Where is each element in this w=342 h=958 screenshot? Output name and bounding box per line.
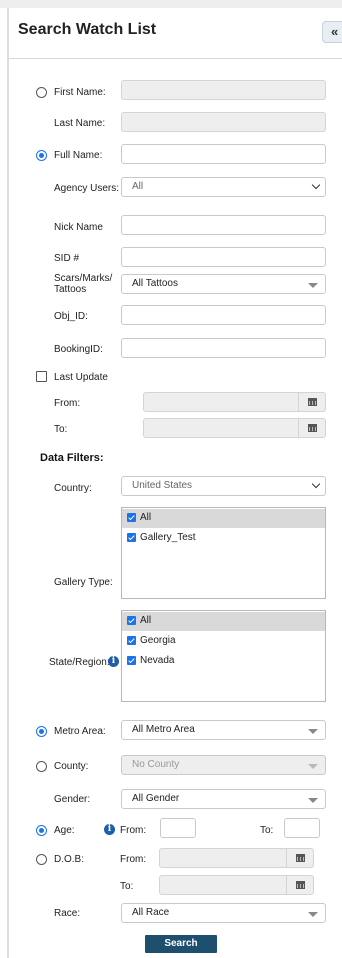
booking-id-label: BookingID: (54, 344, 103, 355)
metro-area-label: Metro Area: (54, 726, 106, 737)
nick-name-input[interactable] (121, 215, 326, 235)
race-label: Race: (54, 908, 81, 919)
dropdown-arrow-icon (308, 764, 318, 769)
nick-name-label: Nick Name (54, 222, 103, 233)
panel-border (7, 8, 9, 958)
info-icon[interactable]: i (104, 824, 115, 835)
country-label: Country: (54, 483, 92, 494)
gallery-type-listbox[interactable]: All Gallery_Test (121, 507, 326, 599)
age-radio[interactable] (36, 825, 47, 836)
dropdown-arrow-icon (308, 798, 318, 803)
chevron-down-icon (311, 479, 321, 489)
full-name-label: Full Name: (54, 150, 103, 161)
dropdown-arrow-icon (308, 283, 318, 288)
state-region-listbox[interactable]: All Georgia Nevada (121, 610, 326, 702)
top-strip (0, 0, 342, 8)
update-to-label: To: (54, 424, 68, 435)
calendar-icon (308, 424, 317, 432)
race-value: All Race (132, 907, 170, 918)
dob-to-label: To: (120, 881, 134, 892)
last-update-checkbox[interactable] (36, 371, 47, 382)
gender-select[interactable]: All Gender (121, 789, 326, 809)
age-from-input[interactable] (160, 818, 196, 838)
checkbox-checked-icon[interactable] (127, 656, 136, 665)
info-icon[interactable]: i (108, 656, 119, 667)
data-filters-heading: Data Filters: (40, 452, 104, 464)
update-from-label: From: (54, 398, 81, 409)
sid-label: SID # (54, 253, 80, 264)
first-name-radio[interactable] (36, 87, 47, 98)
state-region-label: State/Region: (49, 657, 110, 668)
country-select[interactable]: United States (121, 476, 326, 496)
last-name-label: Last Name: (54, 118, 106, 129)
county-value: No County (132, 759, 180, 770)
update-to-input[interactable] (143, 418, 326, 438)
checkbox-checked-icon[interactable] (127, 513, 136, 522)
dob-label: D.O.B: (54, 854, 85, 865)
scars-label: Scars/Marks/ Tattoos (54, 273, 113, 295)
page-title: Search Watch List (18, 21, 157, 38)
county-select[interactable]: No County (121, 755, 326, 775)
list-item[interactable]: Nevada (122, 652, 325, 671)
dob-from-label: From: (120, 854, 147, 865)
list-item[interactable]: All (122, 509, 325, 528)
agency-users-select[interactable]: All (121, 177, 326, 197)
calendar-button[interactable] (286, 849, 313, 867)
metro-area-value: All Metro Area (132, 724, 195, 735)
collapse-button[interactable]: « (322, 21, 342, 43)
dob-radio[interactable] (36, 854, 47, 865)
calendar-icon (296, 881, 305, 889)
calendar-button[interactable] (286, 876, 313, 894)
scars-value: All Tattoos (132, 278, 178, 289)
country-value: United States (132, 480, 193, 491)
list-item[interactable]: All (122, 612, 325, 631)
full-name-radio[interactable] (36, 150, 47, 161)
scars-select[interactable]: All Tattoos (121, 274, 326, 294)
search-button[interactable]: Search (145, 935, 217, 953)
gallery-type-label: Gallery Type: (54, 577, 113, 588)
metro-area-select[interactable]: All Metro Area (121, 720, 326, 740)
list-item[interactable]: Gallery_Test (122, 529, 325, 548)
age-to-input[interactable] (284, 818, 320, 838)
list-item[interactable]: Georgia (122, 632, 325, 651)
calendar-button[interactable] (298, 393, 325, 411)
calendar-icon (308, 398, 317, 406)
age-from-label: From: (120, 825, 147, 836)
chevron-down-icon (311, 180, 321, 190)
update-from-input[interactable] (143, 392, 326, 412)
last-name-input[interactable] (121, 112, 326, 132)
obj-id-input[interactable] (121, 305, 326, 325)
race-select[interactable]: All Race (121, 903, 326, 923)
checkbox-checked-icon[interactable] (127, 636, 136, 645)
sid-input[interactable] (121, 247, 326, 267)
county-label: County: (54, 761, 89, 772)
dropdown-arrow-icon (308, 729, 318, 734)
agency-users-label: Agency Users: (54, 183, 120, 194)
last-update-label: Last Update (54, 372, 108, 383)
first-name-input[interactable] (121, 80, 326, 100)
full-name-input[interactable] (121, 144, 326, 164)
age-to-label: To: (260, 825, 274, 836)
county-radio[interactable] (36, 761, 47, 772)
booking-id-input[interactable] (121, 338, 326, 358)
metro-area-radio[interactable] (36, 726, 47, 737)
calendar-icon (296, 854, 305, 862)
agency-users-value: All (132, 181, 144, 192)
obj-id-label: Obj_ID: (54, 311, 88, 322)
checkbox-checked-icon[interactable] (127, 533, 136, 542)
gender-value: All Gender (132, 793, 180, 804)
age-label: Age: (54, 825, 75, 836)
dob-to-input[interactable] (159, 875, 314, 895)
dropdown-arrow-icon (308, 912, 318, 917)
gender-label: Gender: (54, 794, 91, 805)
checkbox-checked-icon[interactable] (127, 616, 136, 625)
calendar-button[interactable] (298, 419, 325, 437)
first-name-label: First Name: (54, 87, 106, 98)
dob-from-input[interactable] (159, 848, 314, 868)
